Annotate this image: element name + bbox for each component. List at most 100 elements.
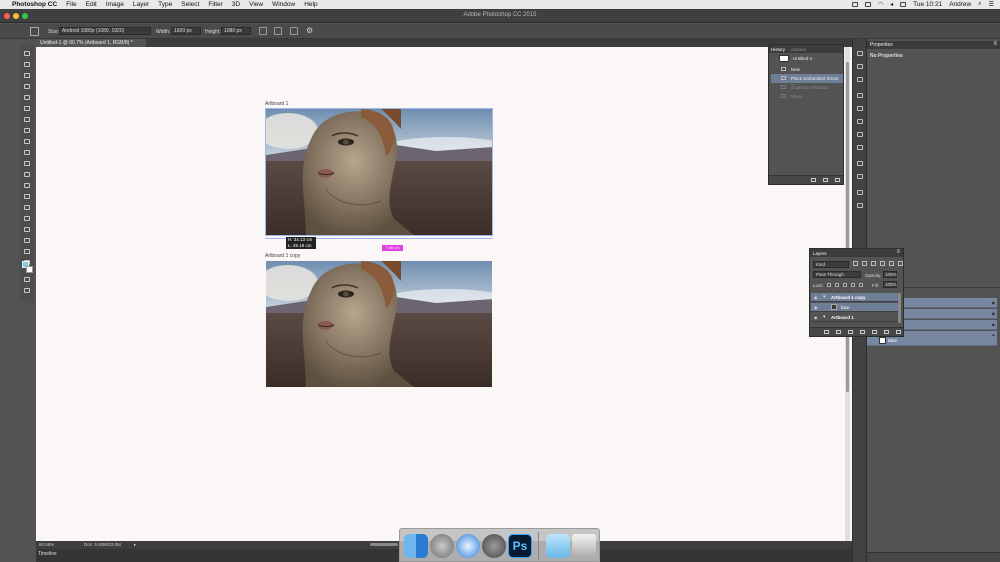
history-brush-tool-icon[interactable] — [24, 150, 30, 155]
expand-triangle-icon[interactable]: ▾ — [823, 314, 826, 320]
blue-layer-row[interactable]: Blue — [867, 336, 997, 346]
quick-select-tool-icon[interactable] — [24, 84, 30, 89]
artboard-1-copy[interactable] — [265, 260, 493, 388]
history-panel-icon[interactable] — [857, 51, 863, 56]
document-tab[interactable]: Untitled-1 @ 60.7% (Artboard 1, RGB/8) * — [36, 39, 146, 47]
zoom-level[interactable]: 60.65% — [39, 541, 54, 549]
portrait-orientation-button[interactable] — [259, 27, 267, 35]
quick-mask-icon[interactable] — [24, 277, 30, 282]
menu-view[interactable]: View — [249, 1, 263, 8]
trash-icon[interactable] — [835, 178, 840, 182]
notification-center-icon[interactable]: ☰ — [989, 1, 994, 8]
eye-icon[interactable]: ◉ — [814, 315, 818, 320]
panel-menu-icon[interactable]: ≡ — [896, 249, 900, 255]
eye-icon[interactable]: ◉ — [992, 311, 996, 316]
background-color-swatch[interactable] — [26, 266, 33, 273]
shape-filter-icon[interactable] — [880, 261, 885, 266]
launchpad-icon[interactable] — [430, 534, 454, 558]
menu-type[interactable]: Type — [158, 1, 172, 8]
adjustments-panel-icon[interactable] — [857, 93, 863, 98]
marquee-tool-icon[interactable] — [24, 62, 30, 67]
opacity-field[interactable]: 100% — [883, 271, 897, 278]
layer-row-artboard-1-copy[interactable]: ◉ ▾ Artboard 1 copy — [811, 293, 899, 302]
expand-triangle-icon[interactable]: ▾ — [823, 294, 826, 300]
gradient-tool-icon[interactable] — [24, 172, 30, 177]
brush-tool-icon[interactable] — [24, 128, 30, 133]
shape-tool-icon[interactable] — [24, 238, 30, 243]
new-layer-icon[interactable] — [884, 330, 889, 334]
tab-actions[interactable]: Actions — [791, 47, 806, 52]
menu-select[interactable]: Select — [181, 1, 199, 8]
link-layers-icon[interactable] — [824, 330, 829, 334]
artboard-1[interactable] — [265, 108, 493, 236]
menu-file[interactable]: File — [66, 1, 76, 8]
layers-scroll-thumb[interactable] — [898, 293, 901, 323]
adjustment-filter-icon[interactable] — [862, 261, 867, 266]
gear-icon[interactable]: ⚙ — [306, 26, 313, 35]
system-preferences-icon[interactable] — [482, 534, 506, 558]
color-panel-icon[interactable] — [857, 64, 863, 69]
history-item-place-embedded[interactable]: Place Embedded Smart ... — [771, 74, 843, 86]
menu-3d[interactable]: 3D — [232, 1, 240, 8]
tool-presets-panel-icon[interactable] — [857, 190, 863, 195]
safari-icon[interactable] — [456, 534, 480, 558]
eyedropper-tool-icon[interactable] — [24, 106, 30, 111]
screen-icon[interactable] — [851, 2, 858, 7]
swatches-panel-icon[interactable] — [857, 77, 863, 82]
trash-icon[interactable] — [572, 534, 596, 558]
clone-stamp-tool-icon[interactable] — [24, 139, 30, 144]
history-item-duplicate-artboard[interactable]: Duplicate Artboard — [771, 83, 843, 92]
lock-position-icon[interactable] — [843, 283, 847, 287]
layer-style-icon[interactable] — [836, 330, 841, 334]
properties-title[interactable]: Properties — [870, 42, 893, 48]
blend-mode-select[interactable]: Pass Through — [813, 271, 861, 278]
artboard-autonest-icon[interactable] — [851, 283, 855, 287]
character-panel-icon[interactable] — [857, 161, 863, 166]
photoshop-icon[interactable]: Ps — [508, 534, 532, 558]
size-preset-select[interactable]: Android 1080p (1080, 1920) — [59, 27, 151, 35]
new-document-from-state-icon[interactable] — [811, 178, 816, 182]
canvas-vertical-scroll-thumb[interactable] — [846, 62, 849, 392]
layer-kind-filter[interactable]: Kind — [813, 261, 849, 268]
healing-brush-tool-icon[interactable] — [24, 117, 30, 122]
dodge-tool-icon[interactable] — [24, 194, 30, 199]
menu-window[interactable]: Window — [272, 1, 295, 8]
eraser-tool-icon[interactable] — [24, 161, 30, 166]
width-field[interactable]: 1920 px — [171, 27, 201, 35]
menubar-clock[interactable]: Tue 10:21 — [913, 1, 942, 8]
new-group-icon[interactable] — [872, 330, 877, 334]
type-tool-icon[interactable] — [24, 216, 30, 221]
status-icon[interactable] — [864, 2, 871, 7]
lasso-tool-icon[interactable] — [24, 73, 30, 78]
lock-image-icon[interactable] — [835, 283, 839, 287]
artboard-2-label[interactable]: Artboard 1 copy — [265, 253, 300, 259]
fill-field[interactable]: 100% — [883, 281, 897, 288]
layer-row-artboard-1[interactable]: ◉ ▾ Artboard 1 — [811, 313, 899, 322]
lock-transparent-icon[interactable] — [827, 283, 831, 287]
menu-layer[interactable]: Layer — [133, 1, 149, 8]
wifi-icon[interactable]: ◠ — [878, 1, 883, 8]
lock-all-icon[interactable] — [859, 283, 863, 287]
styles-panel-icon[interactable] — [857, 106, 863, 111]
battery-icon[interactable] — [900, 2, 907, 7]
height-field[interactable]: 1080 px — [221, 27, 251, 35]
eye-icon[interactable]: ◉ — [814, 295, 818, 300]
status-menu-arrow-icon[interactable]: ▸ — [134, 541, 136, 549]
channels-panel-icon[interactable] — [857, 203, 863, 208]
downloads-folder-icon[interactable] — [546, 534, 570, 558]
paragraph-panel-icon[interactable] — [857, 174, 863, 179]
volume-icon[interactable]: ◂ — [890, 1, 893, 8]
menu-help[interactable]: Help — [304, 1, 317, 8]
crop-tool-icon[interactable] — [24, 95, 30, 100]
screen-mode-icon[interactable] — [24, 288, 30, 293]
add-mask-icon[interactable] — [848, 330, 853, 334]
brush-panel-icon[interactable] — [857, 132, 863, 137]
history-snapshot[interactable]: Untitled-1 — [771, 54, 843, 64]
eye-icon[interactable]: ◉ — [992, 300, 996, 305]
landscape-orientation-button[interactable] — [274, 27, 282, 35]
move-tool-icon[interactable] — [24, 51, 30, 56]
smart-object-filter-icon[interactable] — [889, 261, 894, 266]
history-item-new[interactable]: New — [771, 65, 843, 74]
type-filter-icon[interactable] — [871, 261, 876, 266]
pen-tool-icon[interactable] — [24, 205, 30, 210]
